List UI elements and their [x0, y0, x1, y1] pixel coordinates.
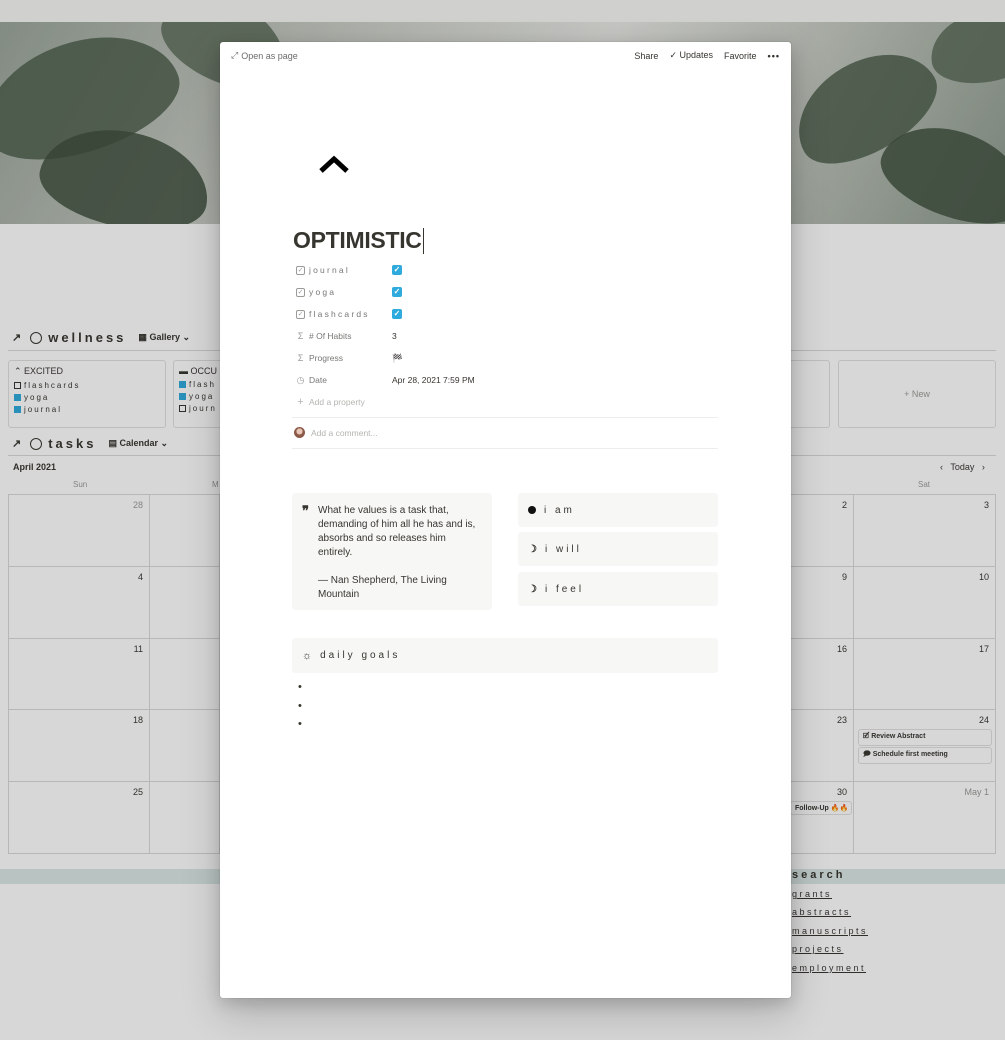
clock-icon: ◷ [296, 374, 305, 385]
list-item[interactable] [298, 697, 302, 716]
page-title[interactable]: OPTIMISTIC [293, 227, 424, 254]
quote-callout[interactable]: ❞ What he values is a task that, demandi… [292, 493, 492, 610]
checkbox-property-icon: ✓ [296, 287, 305, 297]
list-item[interactable] [298, 678, 302, 697]
daily-goals-callout[interactable]: ☼ daily goals [292, 638, 718, 673]
checkered-flag-icon: 🏁 [392, 352, 403, 363]
add-property-button[interactable]: + Add a property [296, 393, 726, 411]
open-as-page-button[interactable]: ⤢ Open as page [231, 50, 298, 61]
property-date[interactable]: ◷ Date Apr 28, 2021 7:59 PM [296, 371, 726, 389]
bullet-list [298, 678, 302, 734]
favorite-button[interactable]: Favorite [724, 51, 757, 61]
page-peek-modal: ⤢ Open as page Share ✓ Updates Favorite … [220, 42, 791, 998]
callout-i-feel[interactable]: ☽ i feel [518, 572, 718, 606]
more-options-icon[interactable]: ••• [768, 51, 780, 61]
property-progress[interactable]: Σ Progress 🏁 [296, 349, 726, 367]
crescent-moon-icon: ☽ [528, 543, 537, 555]
property-journal[interactable]: ✓ journal ✓ [296, 261, 726, 279]
property-yoga[interactable]: ✓ yoga ✓ [296, 283, 726, 301]
comment-input[interactable]: Add a comment... [294, 427, 378, 438]
modal-topbar: ⤢ Open as page Share ✓ Updates Favorite … [220, 42, 791, 68]
updates-button[interactable]: ✓ Updates [669, 50, 713, 61]
text-cursor [422, 227, 424, 254]
crescent-moon-icon: ☽ [528, 583, 537, 595]
callout-i-will[interactable]: ☽ i will [518, 532, 718, 566]
sigma-formula-icon: Σ [297, 353, 304, 363]
expand-icon: ⤢ [231, 50, 239, 60]
check-icon: ✓ [669, 50, 677, 60]
sigma-formula-icon: Σ [297, 331, 304, 341]
share-button[interactable]: Share [634, 51, 658, 61]
checkbox-checked[interactable]: ✓ [392, 287, 402, 297]
checkbox-checked[interactable]: ✓ [392, 265, 402, 275]
chevron-up-icon[interactable] [318, 152, 350, 176]
checkbox-property-icon: ✓ [296, 265, 305, 275]
property-flashcards[interactable]: ✓ flashcards ✓ [296, 305, 726, 323]
callout-i-am[interactable]: i am [518, 493, 718, 527]
plus-icon: + [297, 396, 304, 408]
divider [292, 417, 718, 418]
checkbox-checked[interactable]: ✓ [392, 309, 402, 319]
checkbox-property-icon: ✓ [296, 309, 305, 319]
full-moon-icon [528, 506, 536, 514]
property-habits[interactable]: Σ # Of Habits 3 [296, 327, 726, 345]
sun-icon: ☼ [302, 649, 313, 662]
quote-icon: ❞ [302, 503, 309, 518]
list-item[interactable] [298, 715, 302, 734]
divider [292, 448, 718, 449]
avatar [294, 427, 305, 438]
